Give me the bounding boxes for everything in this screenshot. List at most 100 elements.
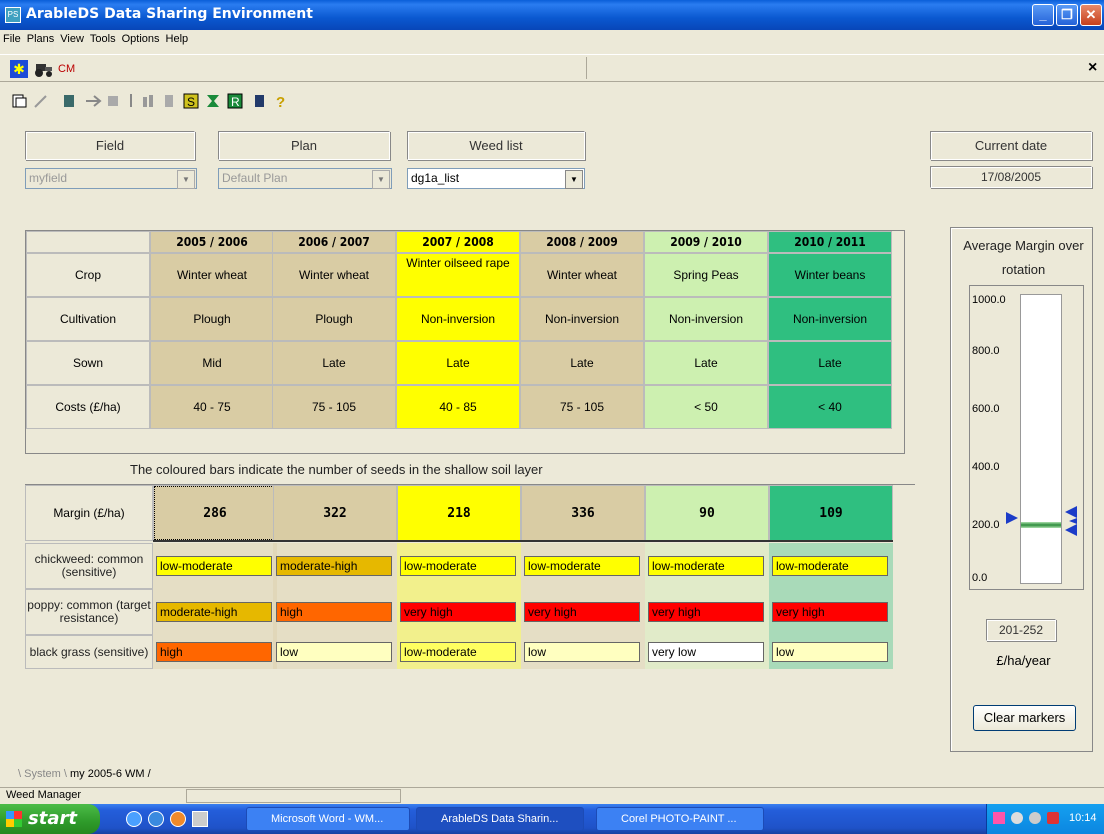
crop-cell[interactable]: Winter wheat [520, 253, 644, 297]
tray-icon[interactable] [1029, 812, 1041, 824]
task-arableds[interactable]: ArableDS Data Sharin... [416, 807, 584, 831]
menu-help[interactable]: Help [163, 30, 192, 45]
seed-level-bar[interactable]: very high [772, 602, 888, 622]
margin-value[interactable]: 90 [645, 485, 769, 541]
tray-icon[interactable] [1047, 812, 1059, 824]
margin-value[interactable]: 286 [153, 485, 277, 541]
seed-level-bar[interactable]: very high [400, 602, 516, 622]
sown-cell[interactable]: Late [520, 341, 644, 385]
costs-cell[interactable]: < 40 [768, 385, 892, 429]
left-pointer-icon[interactable] [1006, 512, 1018, 525]
margin-value[interactable]: 109 [769, 485, 893, 541]
costs-cell[interactable]: 40 - 85 [396, 385, 520, 429]
seed-level-bar[interactable]: very high [648, 602, 764, 622]
email-icon[interactable] [148, 811, 164, 827]
field-label: Field [25, 131, 195, 160]
close-button[interactable]: ✕ [1080, 4, 1102, 26]
crop-cell[interactable]: Winter wheat [272, 253, 396, 297]
filter-icon[interactable] [204, 92, 222, 110]
seed-level-bar[interactable]: low [772, 642, 888, 662]
cultivation-cell[interactable]: Non-inversion [520, 297, 644, 341]
seed-level-bar[interactable]: high [156, 642, 272, 662]
tractor-icon[interactable] [34, 60, 54, 78]
r-icon[interactable]: R [226, 92, 244, 110]
cm-label[interactable]: CM [58, 63, 75, 75]
sown-cell[interactable]: Late [644, 341, 768, 385]
new-plan-icon[interactable] [10, 92, 28, 110]
chevron-down-icon[interactable]: ▼ [565, 170, 583, 189]
cultivation-cell[interactable]: Plough [272, 297, 396, 341]
seed-level-bar[interactable]: low-moderate [772, 556, 888, 576]
edit-icon[interactable] [32, 92, 50, 110]
sown-cell[interactable]: Late [768, 341, 892, 385]
costs-cell[interactable]: 75 - 105 [520, 385, 644, 429]
book-icon[interactable] [160, 92, 178, 110]
crop-cell[interactable]: Winter beans [768, 253, 892, 297]
media-icon[interactable] [170, 811, 186, 827]
costs-cell[interactable]: 40 - 75 [150, 385, 274, 429]
cultivation-cell[interactable]: Plough [150, 297, 274, 341]
notebook-icon[interactable] [250, 92, 268, 110]
task-corel[interactable]: Corel PHOTO-PAINT ... [596, 807, 764, 831]
ie-icon[interactable] [126, 811, 142, 827]
menu-tools[interactable]: Tools [87, 30, 119, 45]
plan-label: Plan [218, 131, 390, 160]
people-icon[interactable] [60, 92, 78, 110]
seed-level-bar[interactable]: high [276, 602, 392, 622]
margin-value[interactable]: 336 [521, 485, 645, 541]
seed-level-bar[interactable]: moderate-high [276, 556, 392, 576]
costs-cell[interactable]: < 50 [644, 385, 768, 429]
tray-icon[interactable] [993, 812, 1005, 824]
seed-level-bar[interactable]: low-moderate [400, 642, 516, 662]
sown-cell[interactable]: Mid [150, 341, 274, 385]
s-icon[interactable]: S [182, 92, 200, 110]
menu-file[interactable]: File [0, 30, 24, 45]
seed-level-bar[interactable]: very high [524, 602, 640, 622]
costs-cell[interactable]: 75 - 105 [272, 385, 396, 429]
sown-cell[interactable]: Late [396, 341, 520, 385]
star-icon[interactable]: ✱ [10, 60, 28, 78]
cultivation-cell[interactable]: Non-inversion [644, 297, 768, 341]
down-icon[interactable] [122, 92, 140, 110]
menu-plans[interactable]: Plans [24, 30, 58, 45]
cultivation-cell[interactable]: Non-inversion [396, 297, 520, 341]
sown-cell[interactable]: Late [272, 341, 396, 385]
stats-icon[interactable] [140, 92, 158, 110]
desktop-icon[interactable] [192, 811, 208, 827]
margin-value[interactable]: 218 [397, 485, 521, 541]
clear-markers-button[interactable]: Clear markers [973, 705, 1076, 731]
chevron-down-icon[interactable]: ▼ [177, 170, 195, 189]
layers-icon[interactable] [104, 92, 122, 110]
plan-select[interactable]: Default Plan ▼ [218, 168, 392, 189]
cultivation-cell[interactable]: Non-inversion [768, 297, 892, 341]
seed-level-bar[interactable]: very low [648, 642, 764, 662]
task-word[interactable]: Microsoft Word - WM... [246, 807, 410, 831]
seed-level-bar[interactable]: moderate-high [156, 602, 272, 622]
minimize-button[interactable]: _ [1032, 4, 1054, 26]
seed-level-bar[interactable]: low [524, 642, 640, 662]
seed-level-bar[interactable]: low [276, 642, 392, 662]
weed-list-select[interactable]: dg1a_list ▼ [407, 168, 585, 189]
seed-level-bar[interactable]: low-moderate [400, 556, 516, 576]
menu-view[interactable]: View [57, 30, 87, 45]
margin-value[interactable]: 322 [273, 485, 397, 541]
close-panel-icon[interactable]: × [1088, 59, 1097, 77]
chevron-down-icon[interactable]: ▼ [372, 170, 390, 189]
field-select[interactable]: myfield ▼ [25, 168, 197, 189]
tray-icon[interactable] [1011, 812, 1023, 824]
right-marker-icon[interactable] [1063, 506, 1077, 537]
arrow-icon[interactable] [84, 92, 102, 110]
crop-cell[interactable]: Spring Peas [644, 253, 768, 297]
menu-options[interactable]: Options [119, 30, 163, 45]
crop-cell[interactable]: Winter oilseed rape [396, 253, 520, 297]
title-bar: PS ArableDS Data Sharing Environment _ ❐… [0, 0, 1104, 30]
tab-system[interactable]: \ System \ [18, 768, 67, 780]
start-button[interactable]: start [0, 804, 100, 834]
seed-level-bar[interactable]: low-moderate [648, 556, 764, 576]
crop-cell[interactable]: Winter wheat [150, 253, 274, 297]
seed-level-bar[interactable]: low-moderate [156, 556, 272, 576]
seed-level-bar[interactable]: low-moderate [524, 556, 640, 576]
restore-button[interactable]: ❐ [1056, 4, 1078, 26]
help-icon[interactable]: ? [272, 92, 290, 111]
tab-my-plan[interactable]: my 2005-6 WM / [70, 768, 151, 780]
